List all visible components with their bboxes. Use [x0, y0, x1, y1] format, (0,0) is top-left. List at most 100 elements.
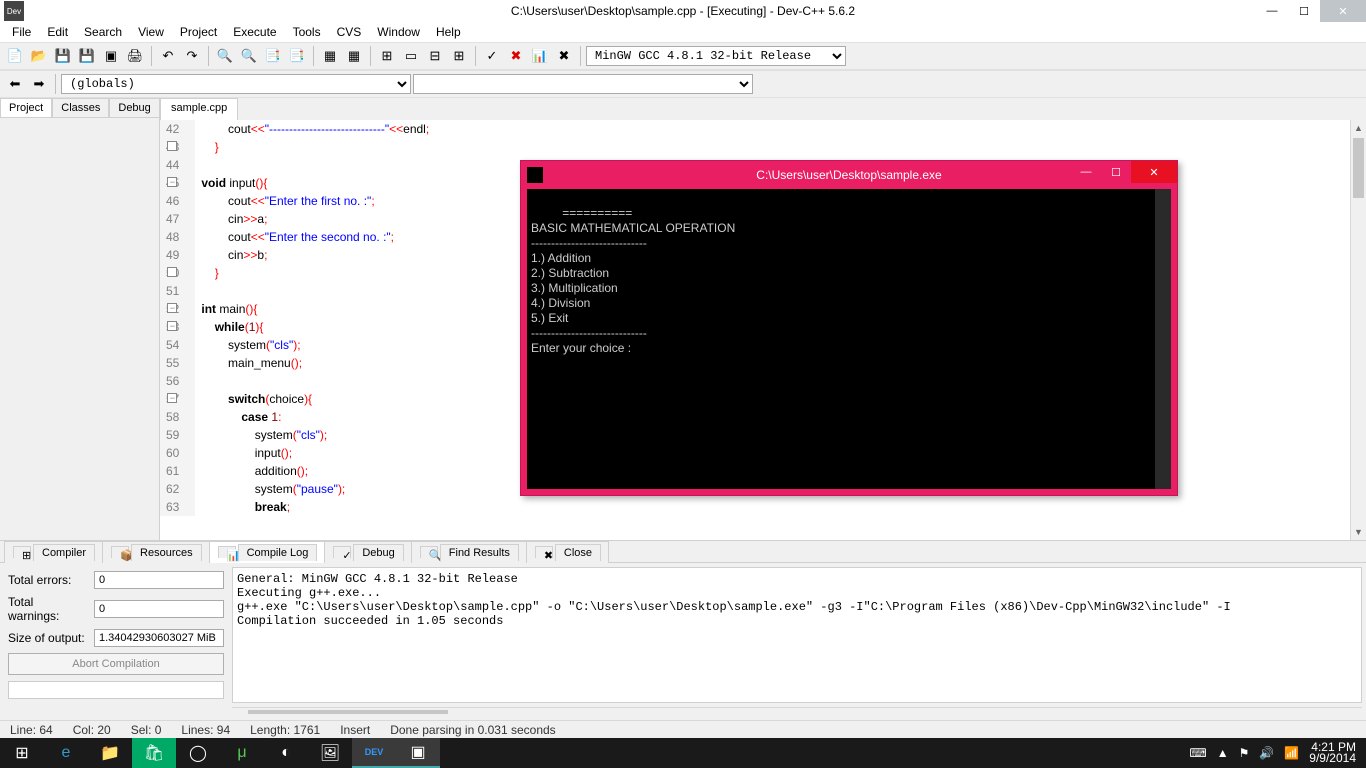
chrome-icon[interactable]: ◯: [176, 738, 220, 768]
warnings-value[interactable]: [94, 600, 224, 618]
menu-project[interactable]: Project: [172, 23, 225, 41]
fold-icon[interactable]: −: [167, 177, 177, 187]
size-label: Size of output:: [8, 631, 85, 645]
bottom-tab-resources[interactable]: 📦Resources: [102, 541, 210, 563]
size-value[interactable]: [94, 629, 224, 647]
t2-icon[interactable]: ▦: [343, 45, 365, 67]
resources-icon: 📦: [111, 546, 129, 558]
status-col: Col: 20: [63, 723, 121, 737]
status-bar: Line: 64 Col: 20 Sel: 0 Lines: 94 Length…: [0, 720, 1366, 738]
compiler-select[interactable]: MinGW GCC 4.8.1 32-bit Release: [586, 46, 846, 66]
t1-icon[interactable]: ▦: [319, 45, 341, 67]
console-close-button[interactable]: ✕: [1131, 161, 1177, 183]
photos-icon[interactable]: 🖼: [308, 738, 352, 768]
console-maximize-button[interactable]: ☐: [1101, 161, 1131, 183]
file-tab[interactable]: sample.cpp: [160, 98, 238, 120]
fold-icon[interactable]: −: [167, 393, 177, 403]
console-scrollbar[interactable]: [1155, 189, 1171, 489]
stop-icon[interactable]: ✖: [505, 45, 527, 67]
utorrent-icon[interactable]: μ: [220, 738, 264, 768]
debug-icon[interactable]: ✓: [481, 45, 503, 67]
tray-network-icon[interactable]: 📶: [1284, 746, 1299, 760]
fold-icon[interactable]: −: [167, 303, 177, 313]
back-icon[interactable]: ⬅: [4, 73, 26, 95]
store-icon[interactable]: 🛍: [132, 738, 176, 768]
find-icon[interactable]: 🔍: [214, 45, 236, 67]
bottom-tab-find-results[interactable]: 🔍Find Results: [411, 541, 527, 563]
tray-up-icon[interactable]: ▲: [1217, 746, 1229, 760]
new-icon[interactable]: 📄: [4, 45, 26, 67]
tray-clock[interactable]: 4:21 PM9/9/2014: [1309, 742, 1356, 764]
ie-icon[interactable]: e: [44, 738, 88, 768]
member-select[interactable]: [413, 74, 753, 94]
console-terminal[interactable]: ========== BASIC MATHEMATICAL OPERATION …: [527, 189, 1171, 489]
menu-bar: FileEditSearchViewProjectExecuteToolsCVS…: [0, 22, 1366, 42]
compile-log-icon: 📊: [218, 546, 236, 558]
compile-icon[interactable]: ⊞: [376, 45, 398, 67]
errors-value[interactable]: [94, 571, 224, 589]
explorer-icon[interactable]: 📁: [88, 738, 132, 768]
tray-volume-icon[interactable]: 🔊: [1259, 746, 1274, 760]
fold-icon[interactable]: [167, 267, 177, 277]
abort-button[interactable]: Abort Compilation: [8, 653, 224, 675]
log-hscroll[interactable]: [232, 707, 1362, 716]
compile-run-icon[interactable]: ⊟: [424, 45, 446, 67]
start-icon[interactable]: ⊞: [0, 738, 44, 768]
status-sel: Sel: 0: [121, 723, 172, 737]
console-task-icon[interactable]: ▣: [396, 738, 440, 768]
left-tab-debug[interactable]: Debug: [109, 98, 159, 117]
save-icon[interactable]: 💾: [52, 45, 74, 67]
x-icon[interactable]: ✖: [553, 45, 575, 67]
redo-icon[interactable]: ↷: [181, 45, 203, 67]
app1-icon[interactable]: ◐: [264, 738, 308, 768]
menu-execute[interactable]: Execute: [225, 23, 284, 41]
scope-select[interactable]: (globals): [61, 74, 411, 94]
console-title: C:\Users\user\Desktop\sample.exe: [756, 168, 941, 182]
undo-icon[interactable]: ↶: [157, 45, 179, 67]
replace-icon[interactable]: 🔍: [238, 45, 260, 67]
bottom-tab-debug[interactable]: ✓Debug: [324, 541, 411, 563]
goto-icon[interactable]: 📑: [286, 45, 308, 67]
menu-view[interactable]: View: [130, 23, 172, 41]
bottom-tab-compile-log[interactable]: 📊Compile Log: [209, 541, 326, 563]
fold-icon[interactable]: −: [167, 321, 177, 331]
status-msg: Done parsing in 0.031 seconds: [380, 723, 565, 737]
menu-window[interactable]: Window: [369, 23, 428, 41]
bottom-tab-close[interactable]: ✖Close: [526, 541, 609, 563]
editor-scrollbar[interactable]: ▲ ▼: [1350, 120, 1366, 540]
open-icon[interactable]: 📂: [28, 45, 50, 67]
compile-log[interactable]: General: MinGW GCC 4.8.1 32-bit Release …: [232, 567, 1362, 703]
tray-keyboard-icon[interactable]: ⌨: [1189, 746, 1206, 760]
profile-icon[interactable]: 📊: [529, 45, 551, 67]
menu-file[interactable]: File: [4, 23, 39, 41]
menu-help[interactable]: Help: [428, 23, 469, 41]
menu-cvs[interactable]: CVS: [329, 23, 370, 41]
close-file-icon[interactable]: ▣: [100, 45, 122, 67]
close-button[interactable]: ✕: [1320, 0, 1366, 22]
menu-tools[interactable]: Tools: [285, 23, 329, 41]
console-window[interactable]: C:\Users\user\Desktop\sample.exe — ☐ ✕ =…: [520, 160, 1178, 496]
findfiles-icon[interactable]: 📑: [262, 45, 284, 67]
left-tab-classes[interactable]: Classes: [52, 98, 109, 117]
devcpp-task-icon[interactable]: DEV: [352, 738, 396, 768]
taskbar: ⊞ e 📁 🛍 ◯ μ ◐ 🖼 DEV ▣ ⌨ ▲ ⚑ 🔊 📶 4:21 PM9…: [0, 738, 1366, 768]
find-results-icon: 🔍: [420, 546, 438, 558]
bottom-tab-compiler[interactable]: ⊞Compiler: [4, 541, 103, 563]
tray-flag-icon[interactable]: ⚑: [1239, 746, 1250, 760]
saveall-icon[interactable]: 💾: [76, 45, 98, 67]
fwd-icon[interactable]: ➡: [28, 73, 50, 95]
minimize-button[interactable]: —: [1256, 0, 1288, 22]
menu-edit[interactable]: Edit: [39, 23, 76, 41]
menu-search[interactable]: Search: [76, 23, 130, 41]
run-icon[interactable]: ▭: [400, 45, 422, 67]
project-panel: ProjectClassesDebug: [0, 98, 160, 540]
fold-icon[interactable]: [167, 141, 177, 151]
console-minimize-button[interactable]: —: [1071, 161, 1101, 183]
left-tab-project[interactable]: Project: [0, 98, 52, 117]
print-icon[interactable]: 🖨: [124, 45, 146, 67]
warnings-label: Total warnings:: [8, 595, 88, 623]
status-line: Line: 64: [0, 723, 63, 737]
rebuild-icon[interactable]: ⊞: [448, 45, 470, 67]
maximize-button[interactable]: ☐: [1288, 0, 1320, 22]
status-length: Length: 1761: [240, 723, 330, 737]
